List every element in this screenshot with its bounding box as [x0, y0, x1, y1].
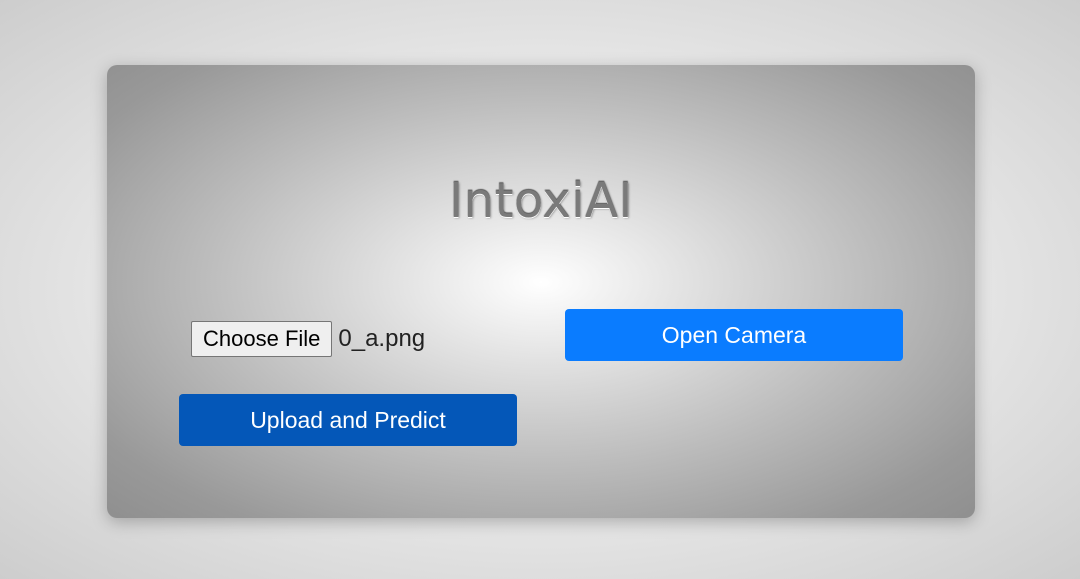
file-input[interactable]: Choose File 0_a.png — [191, 321, 425, 357]
upload-and-predict-button[interactable]: Upload and Predict — [179, 394, 517, 446]
app-title: IntoxiAI — [448, 173, 634, 229]
main-card: IntoxiAI Choose File 0_a.png Open Camera… — [107, 65, 975, 518]
selected-file-name: 0_a.png — [338, 325, 426, 352]
choose-file-button[interactable]: Choose File — [191, 321, 333, 357]
open-camera-button[interactable]: Open Camera — [565, 309, 903, 361]
